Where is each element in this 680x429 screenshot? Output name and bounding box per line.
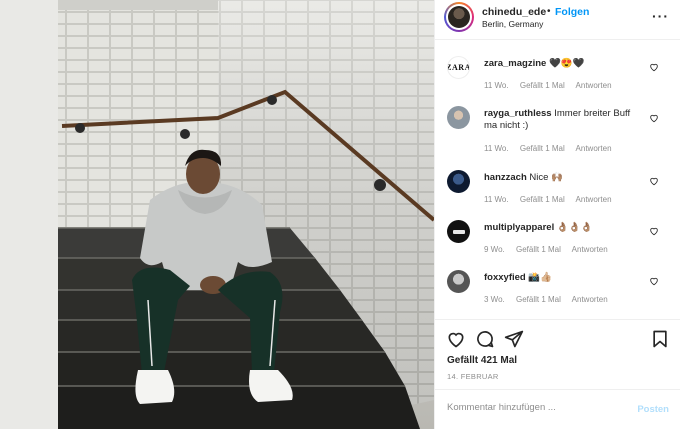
add-comment-bar: Posten <box>435 389 680 429</box>
comment-username[interactable]: multiplyapparel <box>484 222 554 233</box>
comment-like-icon[interactable] <box>649 276 659 286</box>
reply-button[interactable]: Antworten <box>576 195 612 204</box>
reply-button[interactable]: Antworten <box>572 295 608 304</box>
share-icon[interactable] <box>504 329 524 349</box>
post-sidebar: chinedu_ede • Folgen Berlin, Germany ···… <box>434 0 680 429</box>
user-avatar[interactable] <box>447 170 470 193</box>
comment-like-icon[interactable] <box>649 226 659 236</box>
comment-input[interactable] <box>447 402 617 413</box>
comment-like-icon[interactable] <box>649 62 659 72</box>
comment-likes[interactable]: Gefällt 1 Mal <box>516 245 561 254</box>
comment-likes[interactable]: Gefällt 1 Mal <box>516 295 561 304</box>
user-avatar[interactable] <box>447 106 470 129</box>
comment-username[interactable]: zara_magzine <box>484 58 546 69</box>
comment-body: Nice 🙌🏽 <box>529 172 563 183</box>
comment-age[interactable]: 11 Wo. <box>484 81 509 90</box>
comment-username[interactable]: rayga_ruthless <box>484 108 552 119</box>
comment-text: zara_magzine 🖤😍🖤 <box>484 58 644 70</box>
comment-meta: 9 Wo. Gefällt 1 Mal Antworten <box>484 245 617 254</box>
post-actions: Gefällt 421 Mal 14. FEBRUAR <box>435 319 680 389</box>
brand-logo-avatar[interactable] <box>447 220 470 243</box>
comment-like-icon[interactable] <box>649 113 659 123</box>
follow-button[interactable]: Folgen <box>555 6 589 18</box>
comment-icon[interactable] <box>475 329 495 349</box>
comment-age[interactable]: 9 Wo. <box>484 245 505 254</box>
post-header: chinedu_ede • Folgen Berlin, Germany ··· <box>435 0 680 40</box>
comment-text: rayga_ruthless Immer breiter Buff ma nic… <box>484 108 644 132</box>
bookmark-icon[interactable] <box>650 329 670 349</box>
comment-age[interactable]: 11 Wo. <box>484 144 509 153</box>
comment-meta: 3 Wo. Gefällt 1 Mal Antworten <box>484 295 617 304</box>
post-comment-button[interactable]: Posten <box>637 404 669 415</box>
author-avatar[interactable] <box>444 2 474 32</box>
comment-body: 👌🏽👌🏽👌🏽 <box>556 222 593 233</box>
comment-text: multiplyapparel 👌🏽👌🏽👌🏽 <box>484 222 644 234</box>
post-location[interactable]: Berlin, Germany <box>482 19 543 29</box>
comment-likes[interactable]: Gefällt 1 Mal <box>520 144 565 153</box>
comment-body: 🖤😍🖤 <box>548 58 585 69</box>
comment-likes[interactable]: Gefällt 1 Mal <box>520 195 565 204</box>
comment-body: 📸👍🏼 <box>528 272 553 283</box>
post-photo-illustration <box>0 0 434 429</box>
likes-count[interactable]: Gefällt 421 Mal <box>447 355 517 366</box>
comment-meta: 11 Wo. Gefällt 1 Mal Antworten <box>484 81 621 90</box>
comment-age[interactable]: 11 Wo. <box>484 195 509 204</box>
author-username[interactable]: chinedu_ede <box>482 6 546 18</box>
user-avatar[interactable] <box>447 270 470 293</box>
comment-like-icon[interactable] <box>649 176 659 186</box>
reply-button[interactable]: Antworten <box>576 144 612 153</box>
reply-button[interactable]: Antworten <box>572 245 608 254</box>
comment-username[interactable]: foxxyfied <box>484 272 526 283</box>
reply-button[interactable]: Antworten <box>576 81 612 90</box>
comment-age[interactable]: 3 Wo. <box>484 295 505 304</box>
more-horizontal-icon[interactable]: ··· <box>652 8 669 24</box>
comment-text: foxxyfied 📸👍🏼 <box>484 272 644 284</box>
comment-meta: 11 Wo. Gefällt 1 Mal Antworten <box>484 144 621 153</box>
comment-likes[interactable]: Gefällt 1 Mal <box>520 81 565 90</box>
comment-username[interactable]: hanzzach <box>484 172 527 183</box>
comment-text: hanzzach Nice 🙌🏽 <box>484 172 644 184</box>
header-separator: • <box>547 6 551 17</box>
zara-logo-avatar[interactable]: ZARA <box>447 56 470 79</box>
comment-meta: 11 Wo. Gefällt 1 Mal Antworten <box>484 195 621 204</box>
post-photo[interactable] <box>0 0 434 429</box>
post-date: 14. FEBRUAR <box>447 372 499 381</box>
heart-icon[interactable] <box>446 329 466 349</box>
